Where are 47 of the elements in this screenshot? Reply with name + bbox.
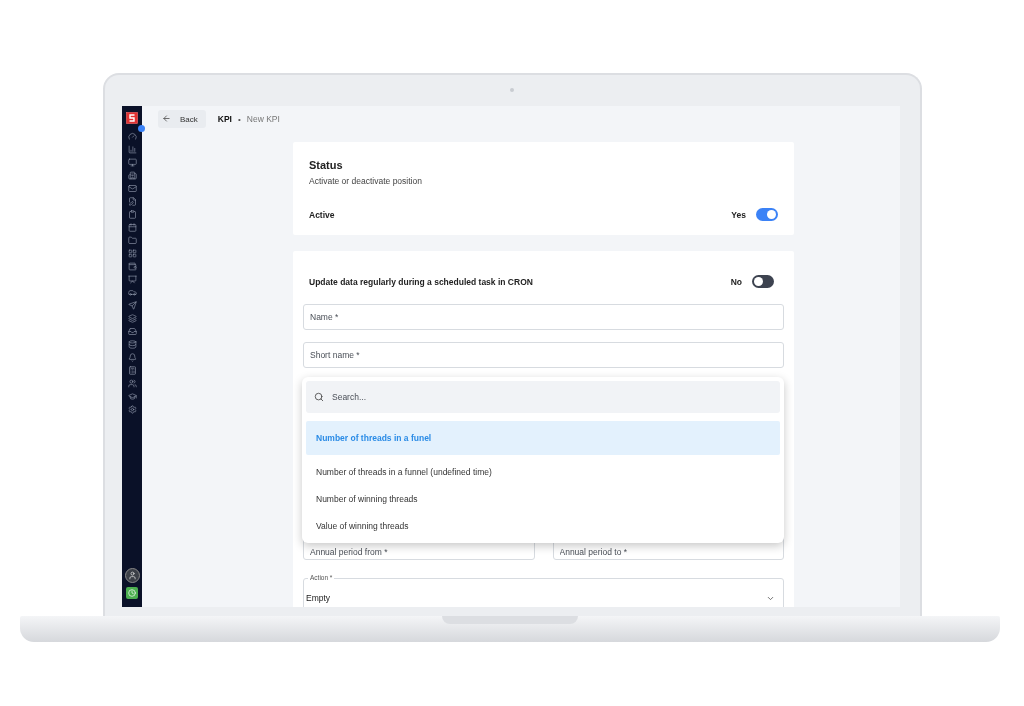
toggle-value: No [730,276,742,287]
search-icon [314,392,324,402]
dropdown-option[interactable]: Number of winning threads [306,485,780,512]
calendar-icon[interactable] [127,223,137,232]
breadcrumb-link[interactable]: KPI [217,114,232,124]
search-field[interactable]: Search... [330,391,772,403]
clock-icon[interactable] [126,587,138,599]
wallet-icon[interactable] [127,262,137,271]
text-field[interactable]: Short name * [303,342,784,368]
dropdown-option[interactable]: Number of threads in a funnel (undefined time) [306,458,780,485]
send-icon[interactable] [127,301,137,310]
mail-icon[interactable] [127,184,137,193]
text-field[interactable]: Name * [303,304,784,330]
building-icon[interactable] [127,171,137,180]
monitor-icon[interactable] [127,158,137,167]
card-subtitle: Activate or deactivate position [309,176,423,186]
toggle-switch[interactable] [752,275,774,288]
car-icon[interactable] [127,288,137,297]
notification-dot [138,125,145,132]
breadcrumb-current: New KPI [246,114,280,124]
clipboard-icon[interactable] [127,210,137,219]
toggle-label: Active [309,209,335,220]
settings-icon[interactable] [127,405,137,414]
inbox-icon[interactable] [127,327,137,336]
grid-icon[interactable] [127,249,137,258]
avatar-icon[interactable] [124,568,140,583]
gauge-icon[interactable] [127,132,137,141]
arrow-left-icon [162,114,172,124]
database-icon[interactable] [127,340,137,349]
chart-icon[interactable] [127,145,137,154]
file-edit-icon[interactable] [127,197,137,206]
users-icon[interactable] [127,379,137,388]
logo-icon [126,112,138,124]
search-box[interactable]: Search... [306,381,780,413]
graduation-cap-icon[interactable] [127,392,137,401]
folder-icon[interactable] [127,236,137,245]
camera-dot [510,88,514,92]
toggle-switch[interactable] [756,208,778,221]
back-button[interactable]: Back [158,110,206,128]
layers-icon[interactable] [127,314,137,323]
toggle-label: Update data regularly during a scheduled task in CRON [309,276,533,287]
card-title: Status [309,159,344,171]
bell-icon[interactable] [127,353,137,362]
breadcrumb-separator: • [237,114,241,124]
calculator-icon[interactable] [127,366,137,375]
presentation-icon[interactable] [127,275,137,284]
toggle-value: Yes [731,209,746,220]
